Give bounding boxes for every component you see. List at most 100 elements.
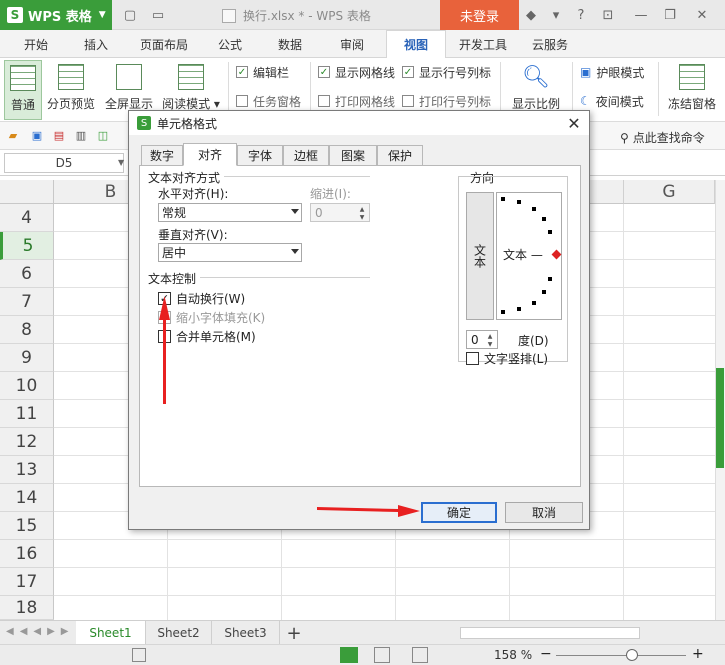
- spin-down-icon[interactable]: ▼: [356, 213, 368, 221]
- show-gridlines-checkbox[interactable]: ✓ 显示网格线: [318, 64, 395, 80]
- row-header[interactable]: 6: [0, 260, 54, 288]
- zoom-level: 158 %: [494, 648, 533, 662]
- column-header-g[interactable]: G: [624, 180, 715, 204]
- row-header[interactable]: 14: [0, 484, 54, 512]
- freeze-panes-button[interactable]: 冻结窗格: [662, 60, 722, 120]
- spin-up-icon[interactable]: ▲: [356, 205, 368, 213]
- dial-pointer-icon[interactable]: [551, 249, 562, 260]
- new-file-icon[interactable]: ▢: [122, 7, 138, 23]
- tab-insert[interactable]: 插入: [68, 30, 124, 58]
- collapse-ribbon-icon[interactable]: ⊡: [600, 7, 616, 23]
- find-command[interactable]: ⚲ 点此查找命令: [620, 129, 705, 146]
- row-header[interactable]: 8: [0, 316, 54, 344]
- sheet-tab-sheet1[interactable]: Sheet1: [76, 621, 146, 645]
- print-headers-checkbox[interactable]: 打印行号列标: [402, 93, 491, 109]
- open-file-icon[interactable]: ▭: [150, 7, 166, 23]
- menu-bar: 开始 插入 页面布局 公式 数据 审阅 视图 开发工具 云服务: [0, 30, 725, 59]
- cancel-button[interactable]: 取消: [505, 502, 583, 523]
- shrink-to-fit-checkbox[interactable]: 缩小字体填充(K): [158, 309, 265, 326]
- grid-icon: [10, 65, 36, 91]
- horizontal-align-select[interactable]: 常规: [158, 203, 302, 222]
- row-header[interactable]: 10: [0, 372, 54, 400]
- ok-button[interactable]: 确定: [421, 502, 497, 523]
- close-icon[interactable]: ✕: [565, 114, 583, 133]
- tab-start[interactable]: 开始: [8, 30, 64, 58]
- app-menu-button[interactable]: S WPS 表格 ▼: [0, 0, 112, 30]
- normal-view-icon[interactable]: [340, 647, 358, 663]
- dial-dot: [542, 290, 546, 294]
- layout-view-icon[interactable]: [374, 647, 390, 663]
- tab-pattern[interactable]: 图案: [329, 145, 377, 165]
- row-header[interactable]: 12: [0, 428, 54, 456]
- night-mode-button[interactable]: ☾ 夜间模式: [580, 93, 644, 109]
- login-button[interactable]: 未登录: [440, 0, 519, 30]
- row-header[interactable]: 4: [0, 204, 54, 232]
- spin-up-icon[interactable]: ▲: [484, 332, 496, 340]
- select-all-corner[interactable]: [0, 180, 54, 204]
- zoom-slider-handle[interactable]: [626, 649, 638, 661]
- merge-cells-checkbox[interactable]: 合并单元格(M): [158, 328, 256, 345]
- sheet-nav-arrows[interactable]: ◀◀◀▶▶: [6, 626, 74, 637]
- tab-border[interactable]: 边框: [283, 145, 329, 165]
- skin-icon[interactable]: ▾: [548, 7, 564, 23]
- indent-spinner[interactable]: 0 ▲ ▼: [310, 203, 370, 222]
- task-pane-checkbox[interactable]: 任务窗格: [236, 93, 301, 109]
- row-header[interactable]: 17: [0, 568, 54, 596]
- print-preview-icon[interactable]: ◫: [96, 128, 110, 142]
- tab-developer[interactable]: 开发工具: [450, 30, 516, 58]
- tab-protection[interactable]: 保护: [377, 145, 423, 165]
- wrap-text-checkbox[interactable]: ✓ 自动换行(W): [158, 290, 245, 307]
- row-header[interactable]: 15: [0, 512, 54, 540]
- help-icon[interactable]: ?: [573, 7, 589, 23]
- zoom-out-icon[interactable]: −: [540, 646, 552, 662]
- row-header[interactable]: 13: [0, 456, 54, 484]
- close-icon[interactable]: ✕: [694, 7, 710, 23]
- chevron-down-icon[interactable]: ▼: [118, 158, 124, 167]
- zoom-slider-track[interactable]: [556, 655, 686, 656]
- sheet-tab-sheet2[interactable]: Sheet2: [146, 621, 212, 645]
- tab-formula[interactable]: 公式: [204, 30, 256, 58]
- tab-font[interactable]: 字体: [237, 145, 283, 165]
- orientation-dial[interactable]: 文本 —: [496, 192, 562, 320]
- vertical-layout-checkbox[interactable]: 文字竖排(L): [466, 350, 548, 367]
- spin-down-icon[interactable]: ▼: [484, 340, 496, 348]
- degree-spinner[interactable]: 0 ▲ ▼: [466, 330, 498, 349]
- row-header[interactable]: 9: [0, 344, 54, 372]
- row-header[interactable]: 16: [0, 540, 54, 568]
- tab-data[interactable]: 数据: [264, 30, 316, 58]
- name-box[interactable]: D5: [4, 153, 124, 173]
- show-headers-checkbox[interactable]: ✓ 显示行号列标: [402, 64, 491, 80]
- tab-number[interactable]: 数字: [141, 145, 183, 165]
- tab-view[interactable]: 视图: [386, 30, 446, 59]
- folder-icon[interactable]: ▰: [6, 128, 20, 142]
- minimize-icon[interactable]: —: [633, 7, 649, 23]
- row-header-selected[interactable]: 5: [0, 232, 54, 260]
- vertical-align-select[interactable]: 居中: [158, 243, 302, 262]
- row-header[interactable]: 11: [0, 400, 54, 428]
- tab-review[interactable]: 审阅: [326, 30, 378, 58]
- print-gridlines-checkbox[interactable]: 打印网格线: [318, 93, 395, 109]
- row-header[interactable]: 7: [0, 288, 54, 316]
- status-bar: 158 % − +: [0, 644, 725, 665]
- print-icon[interactable]: ▥: [74, 128, 88, 142]
- normal-view-button[interactable]: 普通: [4, 60, 42, 120]
- vertical-text-button[interactable]: 文本: [466, 192, 494, 320]
- scrollbar-thumb[interactable]: [716, 368, 724, 468]
- page-break-preview-button[interactable]: 分页预览: [44, 60, 98, 120]
- page-break-view-icon[interactable]: [412, 647, 428, 663]
- horizontal-scrollbar[interactable]: [460, 627, 640, 639]
- formula-bar-checkbox[interactable]: ✓ 编辑栏: [236, 64, 289, 80]
- tab-page-layout[interactable]: 页面布局: [130, 30, 198, 58]
- row-header[interactable]: 18: [0, 596, 54, 620]
- tab-alignment[interactable]: 对齐: [183, 143, 237, 166]
- restore-icon[interactable]: ❐: [662, 7, 678, 23]
- zoom-in-icon[interactable]: +: [692, 646, 704, 662]
- eye-protection-button[interactable]: ▣ 护眼模式: [580, 64, 644, 80]
- feedback-icon[interactable]: ◆: [523, 7, 539, 23]
- sheet-tab-sheet3[interactable]: Sheet3: [212, 621, 280, 645]
- tab-cloud[interactable]: 云服务: [522, 30, 578, 58]
- export-pdf-icon[interactable]: ▤: [52, 128, 66, 142]
- status-icon[interactable]: [132, 648, 146, 662]
- save-icon[interactable]: ▣: [30, 128, 44, 142]
- add-sheet-button[interactable]: +: [280, 621, 308, 645]
